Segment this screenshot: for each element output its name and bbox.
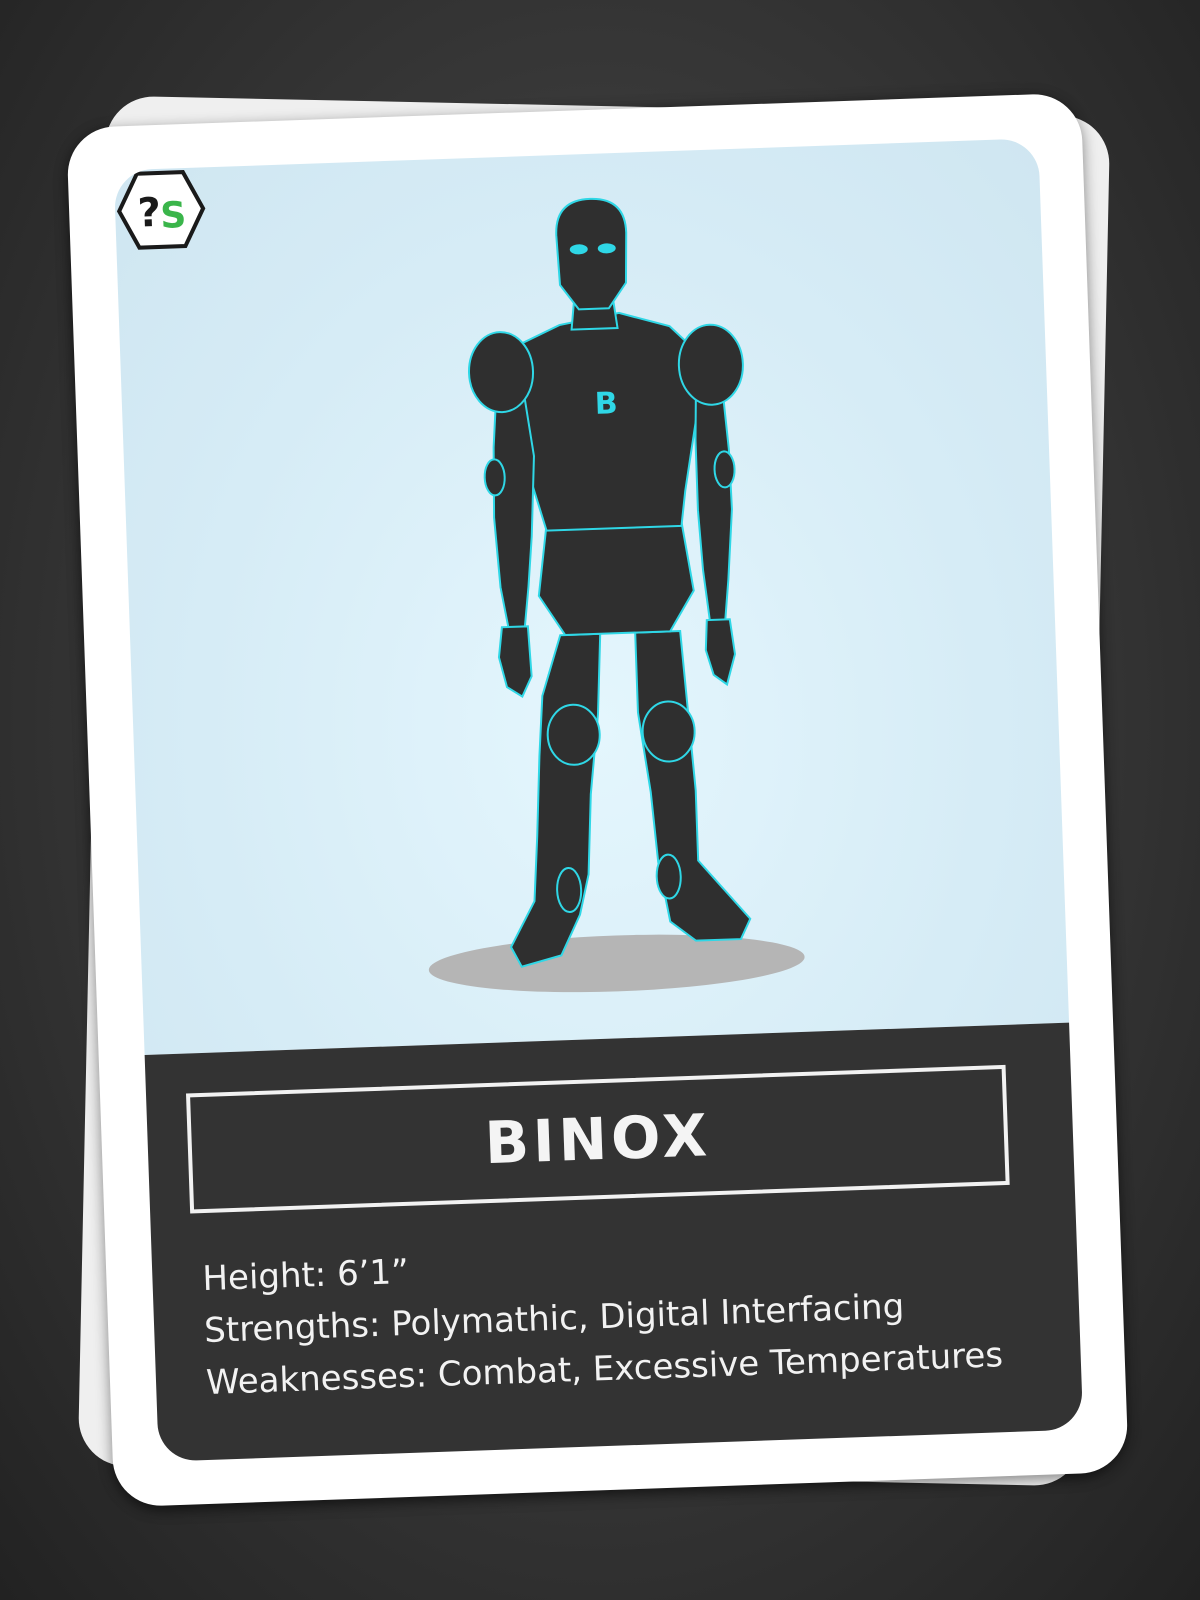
- logo-letter-s: S: [160, 195, 187, 237]
- character-stats: Height: 6’1” Strengths: Polymathic, Digi…: [202, 1225, 1004, 1409]
- robot-character-illustration: B: [428, 197, 805, 993]
- stat-label: Strengths:: [203, 1304, 382, 1352]
- stat-value: 6’1”: [336, 1251, 410, 1295]
- character-name: BINOX: [483, 1101, 713, 1178]
- stat-label: Weaknesses:: [205, 1355, 428, 1404]
- character-info-panel: BINOX Height: 6’1” Strengths: Polymathic…: [144, 1022, 1084, 1462]
- character-art-panel: B ? S: [113, 138, 1070, 1055]
- ps-hexagon-logo-icon: ? S: [116, 170, 206, 250]
- character-card[interactable]: B ? S BINOX Height: 6’1” Strengths: Poly…: [66, 92, 1129, 1508]
- name-banner: BINOX: [185, 1064, 1010, 1214]
- logo-question-mark: ?: [137, 190, 162, 237]
- chest-emblem: B: [594, 386, 618, 422]
- stat-label: Height:: [201, 1254, 327, 1300]
- ground-shadow: [428, 934, 805, 993]
